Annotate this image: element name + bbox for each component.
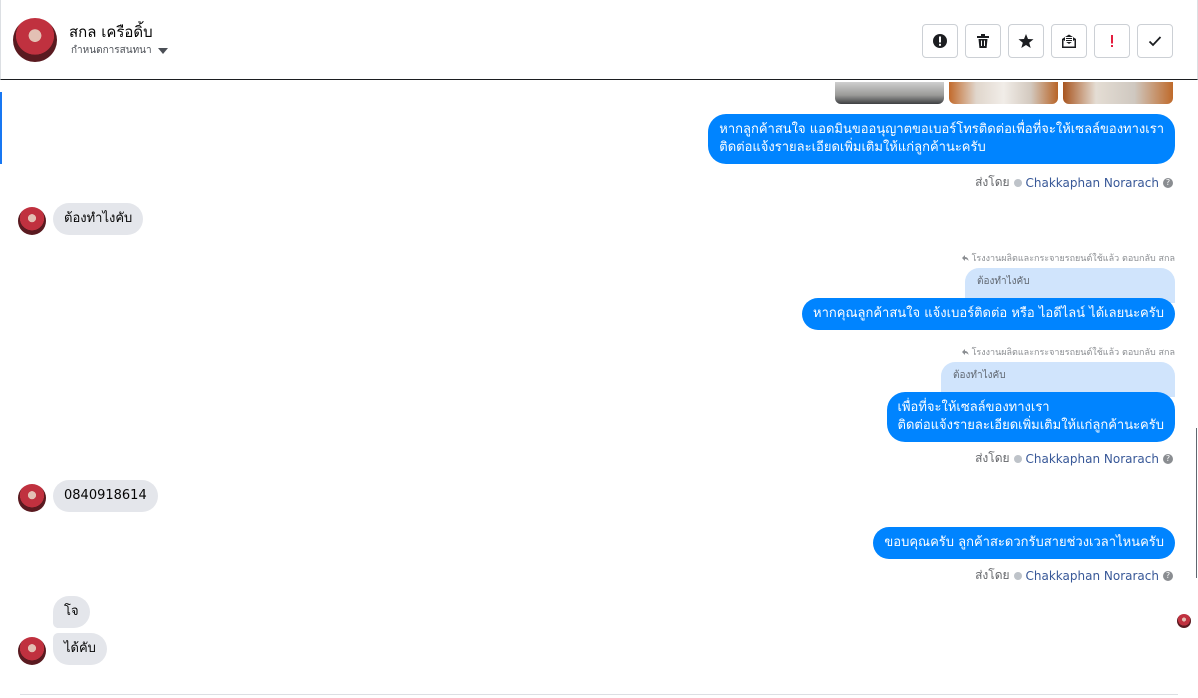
sent-by-label: ส่งโดย Chakkaphan Norarach ? <box>975 449 1173 468</box>
sender-avatar[interactable] <box>18 637 46 665</box>
outgoing-message[interactable]: หากลูกค้าสนใจ แอดมินขออนุญาตขอเบอร์โทรติ… <box>708 114 1175 164</box>
scroll-accent <box>0 92 2 164</box>
label-dropdown[interactable]: กำหนดการสนทนา <box>71 43 168 58</box>
sender-avatar[interactable] <box>18 484 46 512</box>
reply-arrow-icon <box>961 255 969 261</box>
sent-by-prefix: ส่งโดย <box>975 451 1010 465</box>
sent-by-label: ส่งโดย Chakkaphan Norarach ? <box>975 173 1173 192</box>
check-icon <box>1148 36 1162 47</box>
delete-button[interactable] <box>965 24 1001 58</box>
mark-unread-button[interactable] <box>1051 24 1087 58</box>
reply-header-text: โรงงานผลิตและกระจายรถยนต์ใช้แล้ว ตอบกลับ… <box>971 254 1175 264</box>
reply-arrow-icon <box>961 349 969 355</box>
outgoing-message[interactable]: หากคุณลูกค้าสนใจ แจ้งเบอร์ติดต่อ หรือ ไอ… <box>802 298 1175 330</box>
incoming-message[interactable]: โจ <box>53 596 90 628</box>
trash-icon <box>977 34 989 48</box>
star-button[interactable] <box>1008 24 1044 58</box>
mark-important-button[interactable] <box>1094 24 1130 58</box>
verified-icon <box>1013 178 1022 187</box>
mark-spam-button[interactable] <box>922 24 958 58</box>
verified-icon <box>1013 571 1022 580</box>
seen-avatar <box>1177 614 1191 628</box>
agent-name-link[interactable]: Chakkaphan Norarach <box>1026 176 1159 190</box>
sent-by-prefix: ส่งโดย <box>975 175 1010 189</box>
label-dropdown-text: กำหนดการสนทนา <box>71 45 152 56</box>
reply-header: โรงงานผลิตและกระจายรถยนต์ใช้แล้ว ตอบกลับ… <box>961 345 1175 359</box>
outgoing-message[interactable]: ขอบคุณครับ ลูกค้าสะดวกรับสายช่วงเวลาไหนค… <box>873 527 1175 559</box>
message-text-line: ติดต่อแจ้งรายละเอียดเพิ่มเติมให้แก่ลูกค้… <box>719 140 986 155</box>
conversation-header: สกล เครือดิ้บ กำหนดการสนทนา <box>0 0 1198 80</box>
sent-by-label: ส่งโดย Chakkaphan Norarach ? <box>975 566 1173 585</box>
reply-header-text: โรงงานผลิตและกระจายรถยนต์ใช้แล้ว ตอบกลับ… <box>971 348 1175 358</box>
incoming-message[interactable]: ต้องทำไงคับ <box>53 203 144 235</box>
exclamation-icon <box>1111 35 1113 47</box>
contact-avatar[interactable] <box>13 18 57 62</box>
agent-name-link[interactable]: Chakkaphan Norarach <box>1026 452 1159 466</box>
envelope-icon <box>1062 34 1076 48</box>
caret-down-icon <box>157 47 168 54</box>
star-icon <box>1018 34 1034 48</box>
incoming-message[interactable]: 0840918614 <box>53 480 158 512</box>
agent-name-link[interactable]: Chakkaphan Norarach <box>1026 569 1159 583</box>
incoming-message[interactable]: ได้คับ <box>53 633 107 665</box>
outgoing-message[interactable]: เพื่อที่จะให้เซลล์ของทางเรา ติดต่อแจ้งรา… <box>886 392 1175 442</box>
verified-icon <box>1013 454 1022 463</box>
contact-name[interactable]: สกล เครือดิ้บ <box>69 20 153 44</box>
action-toolbar <box>922 24 1173 58</box>
mark-done-button[interactable] <box>1137 24 1173 58</box>
help-icon[interactable]: ? <box>1163 453 1173 464</box>
image-attachment[interactable] <box>949 82 1058 104</box>
image-attachment[interactable] <box>1063 82 1173 104</box>
help-icon[interactable]: ? <box>1163 177 1173 188</box>
sender-avatar[interactable] <box>18 207 46 235</box>
message-text-line: ติดต่อแจ้งรายละเอียดเพิ่มเติมให้แก่ลูกค้… <box>897 418 1164 433</box>
reply-header: โรงงานผลิตและกระจายรถยนต์ใช้แล้ว ตอบกลับ… <box>961 251 1175 265</box>
message-text-line: เพื่อที่จะให้เซลล์ของทางเรา <box>897 400 1050 415</box>
help-icon[interactable]: ? <box>1163 570 1173 581</box>
composer-divider <box>20 694 1178 695</box>
alert-circle-icon <box>933 34 947 48</box>
sent-by-prefix: ส่งโดย <box>975 568 1010 582</box>
image-attachment[interactable] <box>835 82 944 104</box>
scrollbar-track[interactable] <box>1196 428 1197 578</box>
message-text-line: หากลูกค้าสนใจ แอดมินขออนุญาตขอเบอร์โทรติ… <box>719 122 1164 137</box>
